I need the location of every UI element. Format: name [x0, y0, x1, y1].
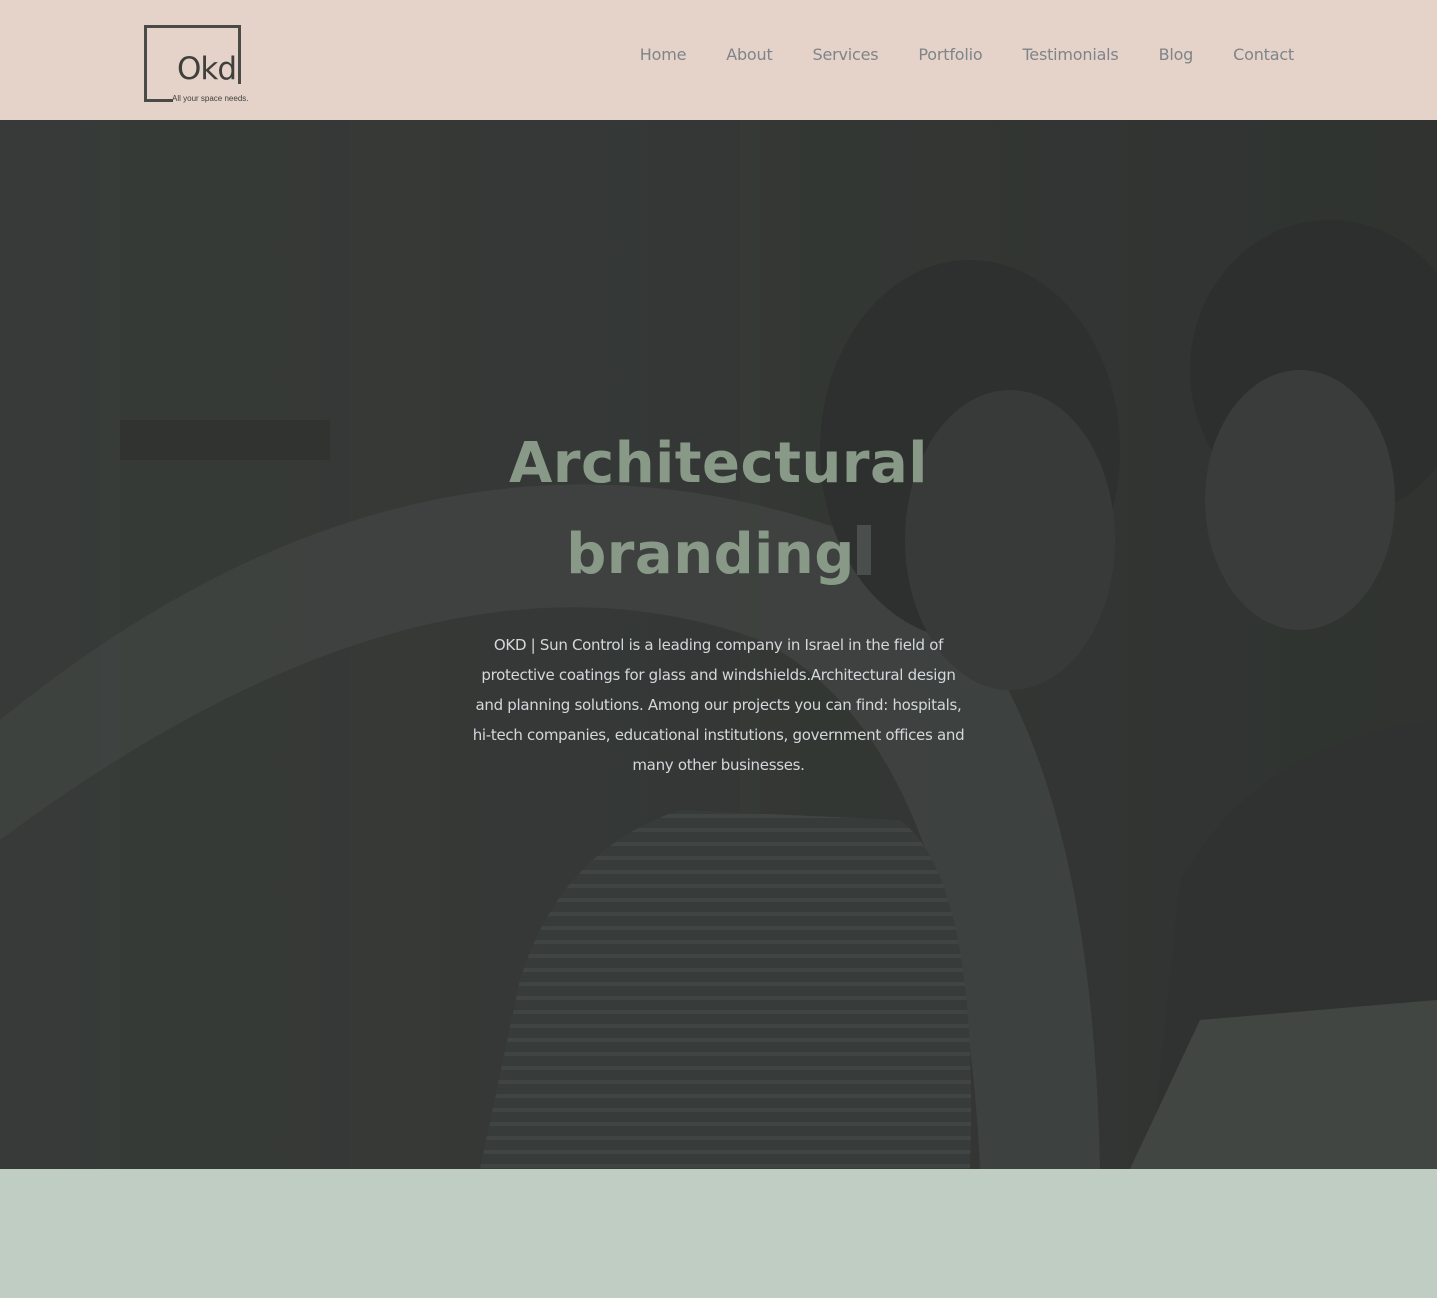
nav-portfolio[interactable]: Portfolio	[918, 45, 982, 64]
nav-blog[interactable]: Blog	[1159, 45, 1194, 64]
nav-contact[interactable]: Contact	[1233, 45, 1294, 64]
hero-title-line-1: Architectural	[509, 431, 928, 496]
hero-content: Architectural branding OKD | Sun Control…	[468, 418, 969, 780]
hero-description: OKD | Sun Control is a leading company i…	[472, 636, 965, 774]
next-section	[0, 1169, 1437, 1298]
typing-cursor	[856, 525, 871, 575]
hero-title: Architectural branding	[468, 418, 969, 600]
logo-tagline: All your space needs.	[172, 94, 249, 103]
hero-section: Architectural branding OKD | Sun Control…	[0, 120, 1437, 1169]
main-nav: Home About Services Portfolio Testimonia…	[640, 42, 1294, 66]
logo[interactable]: Okd All your space needs.	[143, 24, 249, 106]
site-header: Okd All your space needs. Home About Ser…	[0, 0, 1437, 120]
nav-about[interactable]: About	[726, 45, 773, 64]
nav-services[interactable]: Services	[813, 45, 879, 64]
logo-wordmark: Okd	[177, 51, 237, 87]
nav-home[interactable]: Home	[640, 45, 687, 64]
hero-title-line-2: branding	[566, 522, 855, 587]
nav-testimonials[interactable]: Testimonials	[1022, 45, 1118, 64]
